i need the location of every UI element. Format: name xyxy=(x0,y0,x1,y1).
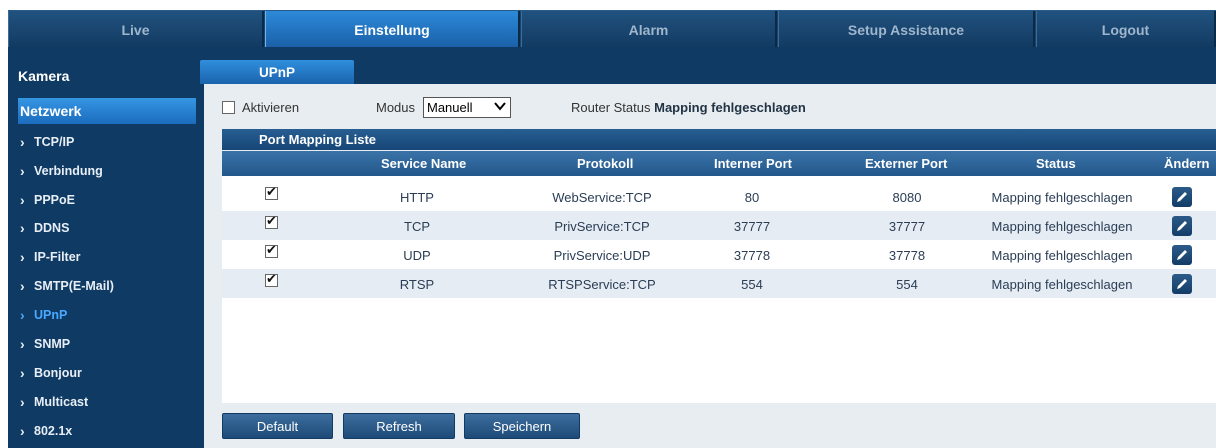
sidebar-item-label: Bonjour xyxy=(34,366,82,380)
sidebar-item-label: DDNS xyxy=(34,221,70,235)
sidebar-item-ip-filter[interactable]: › IP-Filter xyxy=(18,243,196,271)
enable-row: Aktivieren xyxy=(222,97,299,117)
modus-value: Manuell xyxy=(427,100,473,115)
sidebar-item-multicast[interactable]: › Multicast xyxy=(18,388,196,416)
chevron-right-icon: › xyxy=(20,192,25,208)
cell-status: Mapping fehlgeschlagen xyxy=(991,219,1133,234)
table-row: RTSP RTSPService:TCP 554 554 Mapping feh… xyxy=(222,269,1216,298)
cell-service-name: UDP xyxy=(403,248,431,263)
chevron-right-icon: › xyxy=(20,220,25,236)
chevron-right-icon: › xyxy=(20,249,25,265)
table-row: HTTP WebService:TCP 80 8080 Mapping fehl… xyxy=(222,182,1216,211)
sidebar-item-label: Multicast xyxy=(34,395,89,409)
cell-externer-port: 8080 xyxy=(892,190,922,205)
tab-upnp[interactable]: UPnP xyxy=(200,60,354,84)
tab-live[interactable]: Live xyxy=(8,11,264,48)
router-status-label: Router Status xyxy=(571,100,651,115)
row-checkbox[interactable] xyxy=(265,184,278,200)
column-header-interner-port: Interner Port xyxy=(714,156,793,171)
cell-service-name: HTTP xyxy=(400,190,434,205)
row-checkbox[interactable] xyxy=(265,271,278,287)
chevron-right-icon: › xyxy=(20,134,25,150)
sidebar-item-label: Verbindung xyxy=(34,164,103,178)
cell-externer-port: 37778 xyxy=(888,248,926,263)
tab-setup-assistance[interactable]: Setup Assistance xyxy=(778,11,1035,48)
chevron-down-icon xyxy=(494,99,506,116)
save-button[interactable]: Speichern xyxy=(464,413,580,439)
chevron-right-icon: › xyxy=(20,163,25,179)
sidebar: Kamera Netzwerk › TCP/IP › Verbindung › PPP… xyxy=(8,58,196,448)
router-status-value: Mapping fehlgeschlagen xyxy=(654,100,806,115)
refresh-button[interactable]: Refresh xyxy=(343,413,455,439)
cell-interner-port: 554 xyxy=(741,277,763,292)
tab-einstellung[interactable]: Einstellung xyxy=(265,11,520,48)
enable-checkbox[interactable] xyxy=(222,100,235,114)
sidebar-item-upnp[interactable]: › UPnP xyxy=(18,301,196,329)
column-header-service-name: Service Name xyxy=(381,156,467,171)
sidebar-item-tcpip[interactable]: › TCP/IP xyxy=(18,128,196,156)
row-checkbox[interactable] xyxy=(265,242,278,258)
cell-interner-port: 37777 xyxy=(733,219,771,234)
sidebar-item-label: SNMP xyxy=(34,337,71,351)
chevron-right-icon: › xyxy=(20,307,25,323)
port-mapping-title: Port Mapping Liste xyxy=(222,129,1216,150)
chevron-right-icon: › xyxy=(20,336,25,352)
chevron-right-icon: › xyxy=(20,394,25,410)
sidebar-item-label: 802.1x xyxy=(34,424,73,438)
table-row: UDP PrivService:UDP 37778 37778 Mapping … xyxy=(222,240,1216,269)
column-header-aendern: Ändern xyxy=(1164,156,1210,171)
sidebar-item-bonjour[interactable]: › Bonjour xyxy=(18,359,196,387)
tab-logout[interactable]: Logout xyxy=(1036,11,1216,48)
router-status: Router Status Mapping fehlgeschlagen xyxy=(571,100,806,115)
sidebar-item-smtp[interactable]: › SMTP(E-Mail) xyxy=(18,272,196,300)
tab-alarm[interactable]: Alarm xyxy=(521,11,777,48)
cell-interner-port: 80 xyxy=(744,190,760,205)
sidebar-item-label: PPPoE xyxy=(34,193,75,207)
cell-protokoll: RTSPService:TCP xyxy=(548,277,656,292)
cell-status: Mapping fehlgeschlagen xyxy=(991,277,1133,292)
sidebar-item-pppoe[interactable]: › PPPoE xyxy=(18,186,196,214)
column-header-protokoll: Protokoll xyxy=(577,156,634,171)
sidebar-item-verbindung[interactable]: › Verbindung xyxy=(18,157,196,185)
table-row: TCP PrivService:TCP 37777 37777 Mapping … xyxy=(222,211,1216,240)
cell-protokoll: WebService:TCP xyxy=(552,190,652,205)
pencil-icon[interactable] xyxy=(1172,274,1192,294)
enable-label: Aktivieren xyxy=(242,99,300,115)
cell-protokoll: PrivService:TCP xyxy=(554,219,650,234)
column-header-status: Status xyxy=(1036,156,1076,171)
sidebar-section-kamera[interactable]: Kamera xyxy=(18,63,196,89)
sidebar-item-label: IP-Filter xyxy=(34,250,81,264)
cell-status: Mapping fehlgeschlagen xyxy=(991,190,1133,205)
top-navigation: Live Einstellung Alarm Setup Assistance … xyxy=(8,10,1216,48)
sidebar-item-ddns[interactable]: › DDNS xyxy=(18,214,196,242)
pencil-icon[interactable] xyxy=(1172,245,1192,265)
cell-service-name: RTSP xyxy=(399,277,435,292)
modus-label: Modus xyxy=(376,100,416,115)
row-checkbox[interactable] xyxy=(265,213,278,229)
cell-externer-port: 37777 xyxy=(888,219,926,234)
cell-status: Mapping fehlgeschlagen xyxy=(991,248,1133,263)
table-header: Service Name Protokoll Interner Port Ext… xyxy=(222,151,1216,176)
chevron-right-icon: › xyxy=(20,423,25,439)
cell-service-name: TCP xyxy=(404,219,430,234)
chevron-right-icon: › xyxy=(20,278,25,294)
default-button[interactable]: Default xyxy=(222,413,333,439)
cell-externer-port: 554 xyxy=(896,277,918,292)
sidebar-item-8021x[interactable]: › 802.1x xyxy=(18,417,196,445)
sidebar-section-netzwerk[interactable]: Netzwerk xyxy=(18,98,196,124)
cell-interner-port: 37778 xyxy=(733,248,771,263)
sidebar-item-label: SMTP(E-Mail) xyxy=(34,279,114,293)
sidebar-item-label: TCP/IP xyxy=(34,135,75,149)
sidebar-item-snmp[interactable]: › SNMP xyxy=(18,330,196,358)
pencil-icon[interactable] xyxy=(1172,187,1192,207)
cell-protokoll: PrivService:UDP xyxy=(553,248,651,263)
sidebar-item-label: UPnP xyxy=(34,308,68,322)
column-header-externer-port: Externer Port xyxy=(865,156,948,171)
pencil-icon[interactable] xyxy=(1172,216,1192,236)
chevron-right-icon: › xyxy=(20,365,25,381)
modus-select[interactable]: Manuell xyxy=(423,97,511,118)
